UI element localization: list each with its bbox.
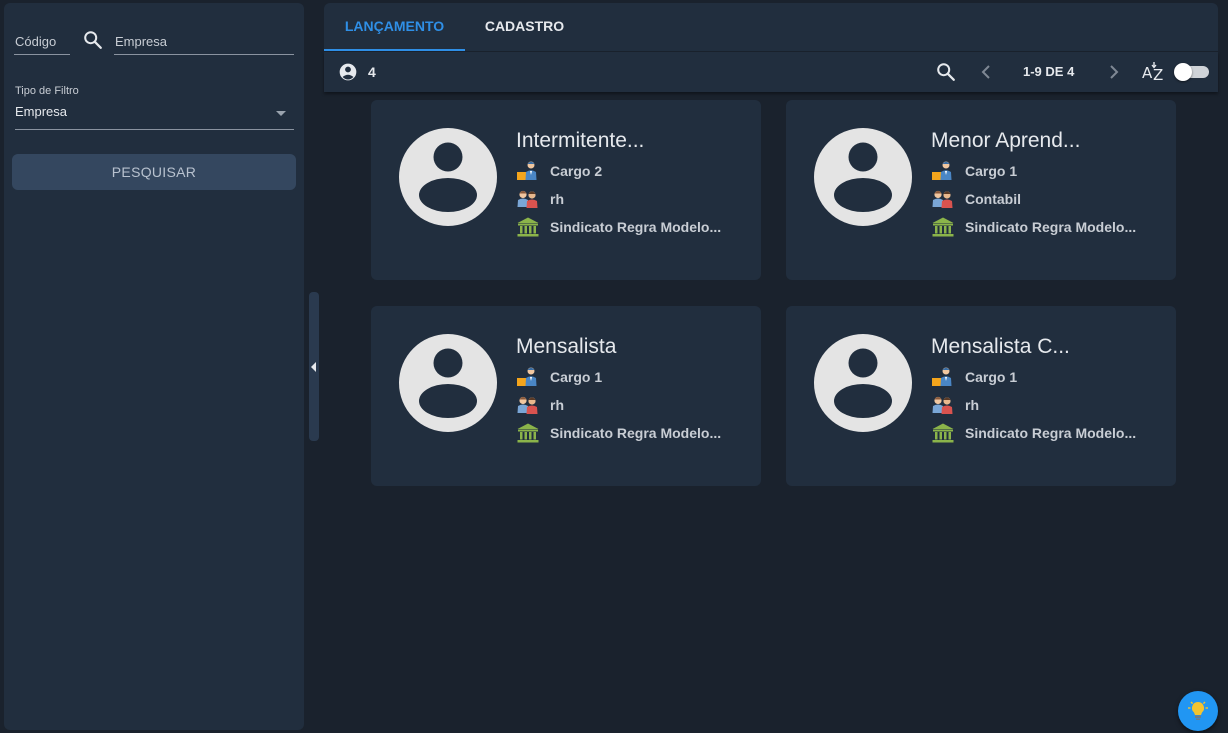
chevron-left-icon[interactable] — [978, 62, 994, 82]
sidebar-collapse-handle[interactable] — [309, 292, 319, 441]
bank-building-icon — [517, 217, 539, 237]
search-fields-row: Código Empresa — [14, 29, 294, 57]
avatar-placeholder-icon — [814, 128, 912, 226]
record-count: 4 — [368, 64, 376, 80]
cargo-label: Cargo 1 — [965, 163, 1018, 179]
team-icon — [517, 396, 538, 414]
tabs-bar: LANÇAMENTO CADASTRO — [324, 3, 1218, 51]
cargo-label: Cargo 1 — [965, 369, 1018, 385]
tipo-filtro-label: Tipo de Filtro — [15, 85, 79, 97]
bank-building-icon — [517, 423, 539, 443]
sindicato-label: Sindicato Regra Modelo... — [965, 425, 1137, 441]
employee-card[interactable]: Mensalista C... Cargo 1 rh Sindicato Regra … — [786, 306, 1176, 486]
chevron-right-icon[interactable] — [1106, 62, 1122, 82]
card-title: Mensalista — [516, 335, 617, 358]
dropdown-arrow-icon — [276, 111, 286, 116]
employee-card[interactable]: Intermitente... Cargo 2 rh Sindicato Regra … — [371, 100, 761, 280]
svg-text:A: A — [1142, 64, 1153, 82]
search-icon[interactable] — [82, 29, 104, 51]
tab-cadastro[interactable]: CADASTRO — [465, 3, 584, 51]
cargo-label: Cargo 1 — [550, 369, 603, 385]
filter-sidebar: Código Empresa Tipo de Filtro Empresa PE… — [4, 3, 304, 730]
account-circle-icon — [339, 63, 357, 81]
worker-icon — [517, 367, 537, 386]
team-icon — [932, 190, 953, 208]
collapse-left-icon — [311, 362, 316, 372]
bank-building-icon — [932, 217, 954, 237]
tipo-filtro-value: Empresa — [15, 104, 68, 119]
tips-button[interactable] — [1178, 691, 1218, 731]
sort-az-icon[interactable]: A Z — [1142, 61, 1166, 83]
tipo-filtro-select[interactable]: Empresa — [15, 104, 294, 130]
cargo-label: Cargo 2 — [550, 163, 603, 179]
view-toggle[interactable] — [1174, 63, 1209, 81]
team-icon — [517, 190, 538, 208]
svg-text:Z: Z — [1153, 66, 1163, 83]
empresa-placeholder: Empresa — [115, 34, 168, 49]
team-icon — [932, 396, 953, 414]
avatar-placeholder-icon — [399, 334, 497, 432]
card-title: Intermitente... — [516, 129, 645, 152]
employee-card[interactable]: Menor Aprend... Cargo 1 Contabil Sindicato … — [786, 100, 1176, 280]
setor-label: Contabil — [965, 191, 1021, 207]
worker-icon — [517, 161, 537, 180]
sindicato-label: Sindicato Regra Modelo... — [550, 425, 722, 441]
card-title: Menor Aprend... — [931, 129, 1081, 152]
lightbulb-icon — [1188, 701, 1208, 720]
worker-icon — [932, 161, 952, 180]
codigo-placeholder: Código — [15, 34, 57, 49]
worker-icon — [932, 367, 952, 386]
codigo-field[interactable]: Código — [14, 29, 70, 55]
sindicato-label: Sindicato Regra Modelo... — [550, 219, 722, 235]
tab-lancamento[interactable]: LANÇAMENTO — [324, 3, 465, 51]
sindicato-label: Sindicato Regra Modelo... — [965, 219, 1137, 235]
setor-label: rh — [550, 191, 564, 207]
list-toolbar: 4 1-9 DE 4 A Z — [324, 52, 1218, 92]
toggle-knob — [1174, 63, 1192, 81]
empresa-field[interactable]: Empresa — [114, 29, 294, 55]
employee-card[interactable]: Mensalista Cargo 1 rh Sindicato Regra Model… — [371, 306, 761, 486]
search-icon[interactable] — [935, 61, 957, 83]
card-title: Mensalista C... — [931, 335, 1070, 358]
bank-building-icon — [932, 423, 954, 443]
pesquisar-button[interactable]: PESQUISAR — [12, 154, 296, 190]
setor-label: rh — [965, 397, 979, 413]
avatar-placeholder-icon — [814, 334, 912, 432]
pagination-label: 1-9 DE 4 — [1023, 64, 1075, 79]
setor-label: rh — [550, 397, 564, 413]
avatar-placeholder-icon — [399, 128, 497, 226]
